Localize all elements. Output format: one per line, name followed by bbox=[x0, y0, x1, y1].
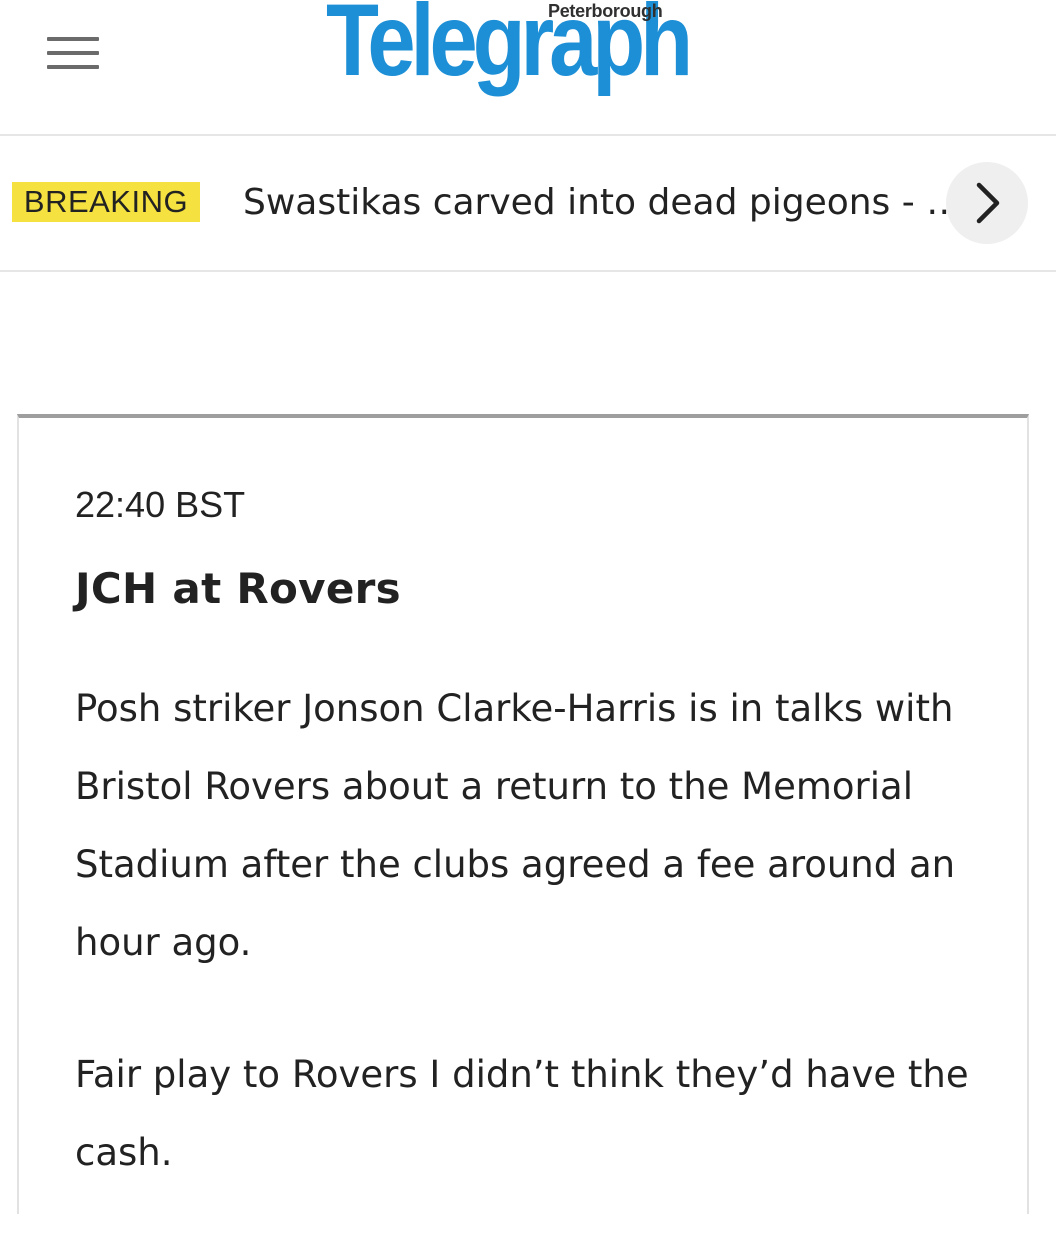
live-blog-post: 22:40 BST JCH at Rovers Posh striker Jon… bbox=[17, 414, 1029, 1214]
site-logo[interactable]: Telegraph Peterborough bbox=[326, 0, 726, 110]
post-paragraph: Fair play to Rovers I didn’t think they’… bbox=[75, 1053, 969, 1174]
post-body: Posh striker Jonson Clarke-Harris is in … bbox=[75, 670, 975, 1246]
breaking-news-bar: BREAKING Swastikas carved into dead pige… bbox=[0, 136, 1056, 272]
next-headline-button[interactable] bbox=[946, 162, 1028, 244]
chevron-right-icon bbox=[976, 182, 1000, 224]
breaking-headline-link[interactable]: Swastikas carved into dead pigeons - pol… bbox=[243, 179, 963, 227]
post-timestamp: 22:40 BST bbox=[75, 484, 246, 525]
menu-line bbox=[47, 51, 99, 55]
post-title: JCH at Rovers bbox=[75, 564, 401, 613]
site-header: Telegraph Peterborough bbox=[0, 0, 1056, 136]
logo-location: Peterborough bbox=[548, 1, 663, 21]
menu-line bbox=[47, 65, 99, 69]
breaking-badge: BREAKING bbox=[12, 182, 200, 222]
menu-line bbox=[47, 37, 99, 41]
post-paragraph: Posh striker Jonson Clarke-Harris is in … bbox=[75, 687, 956, 964]
hamburger-menu-icon[interactable] bbox=[47, 37, 99, 69]
